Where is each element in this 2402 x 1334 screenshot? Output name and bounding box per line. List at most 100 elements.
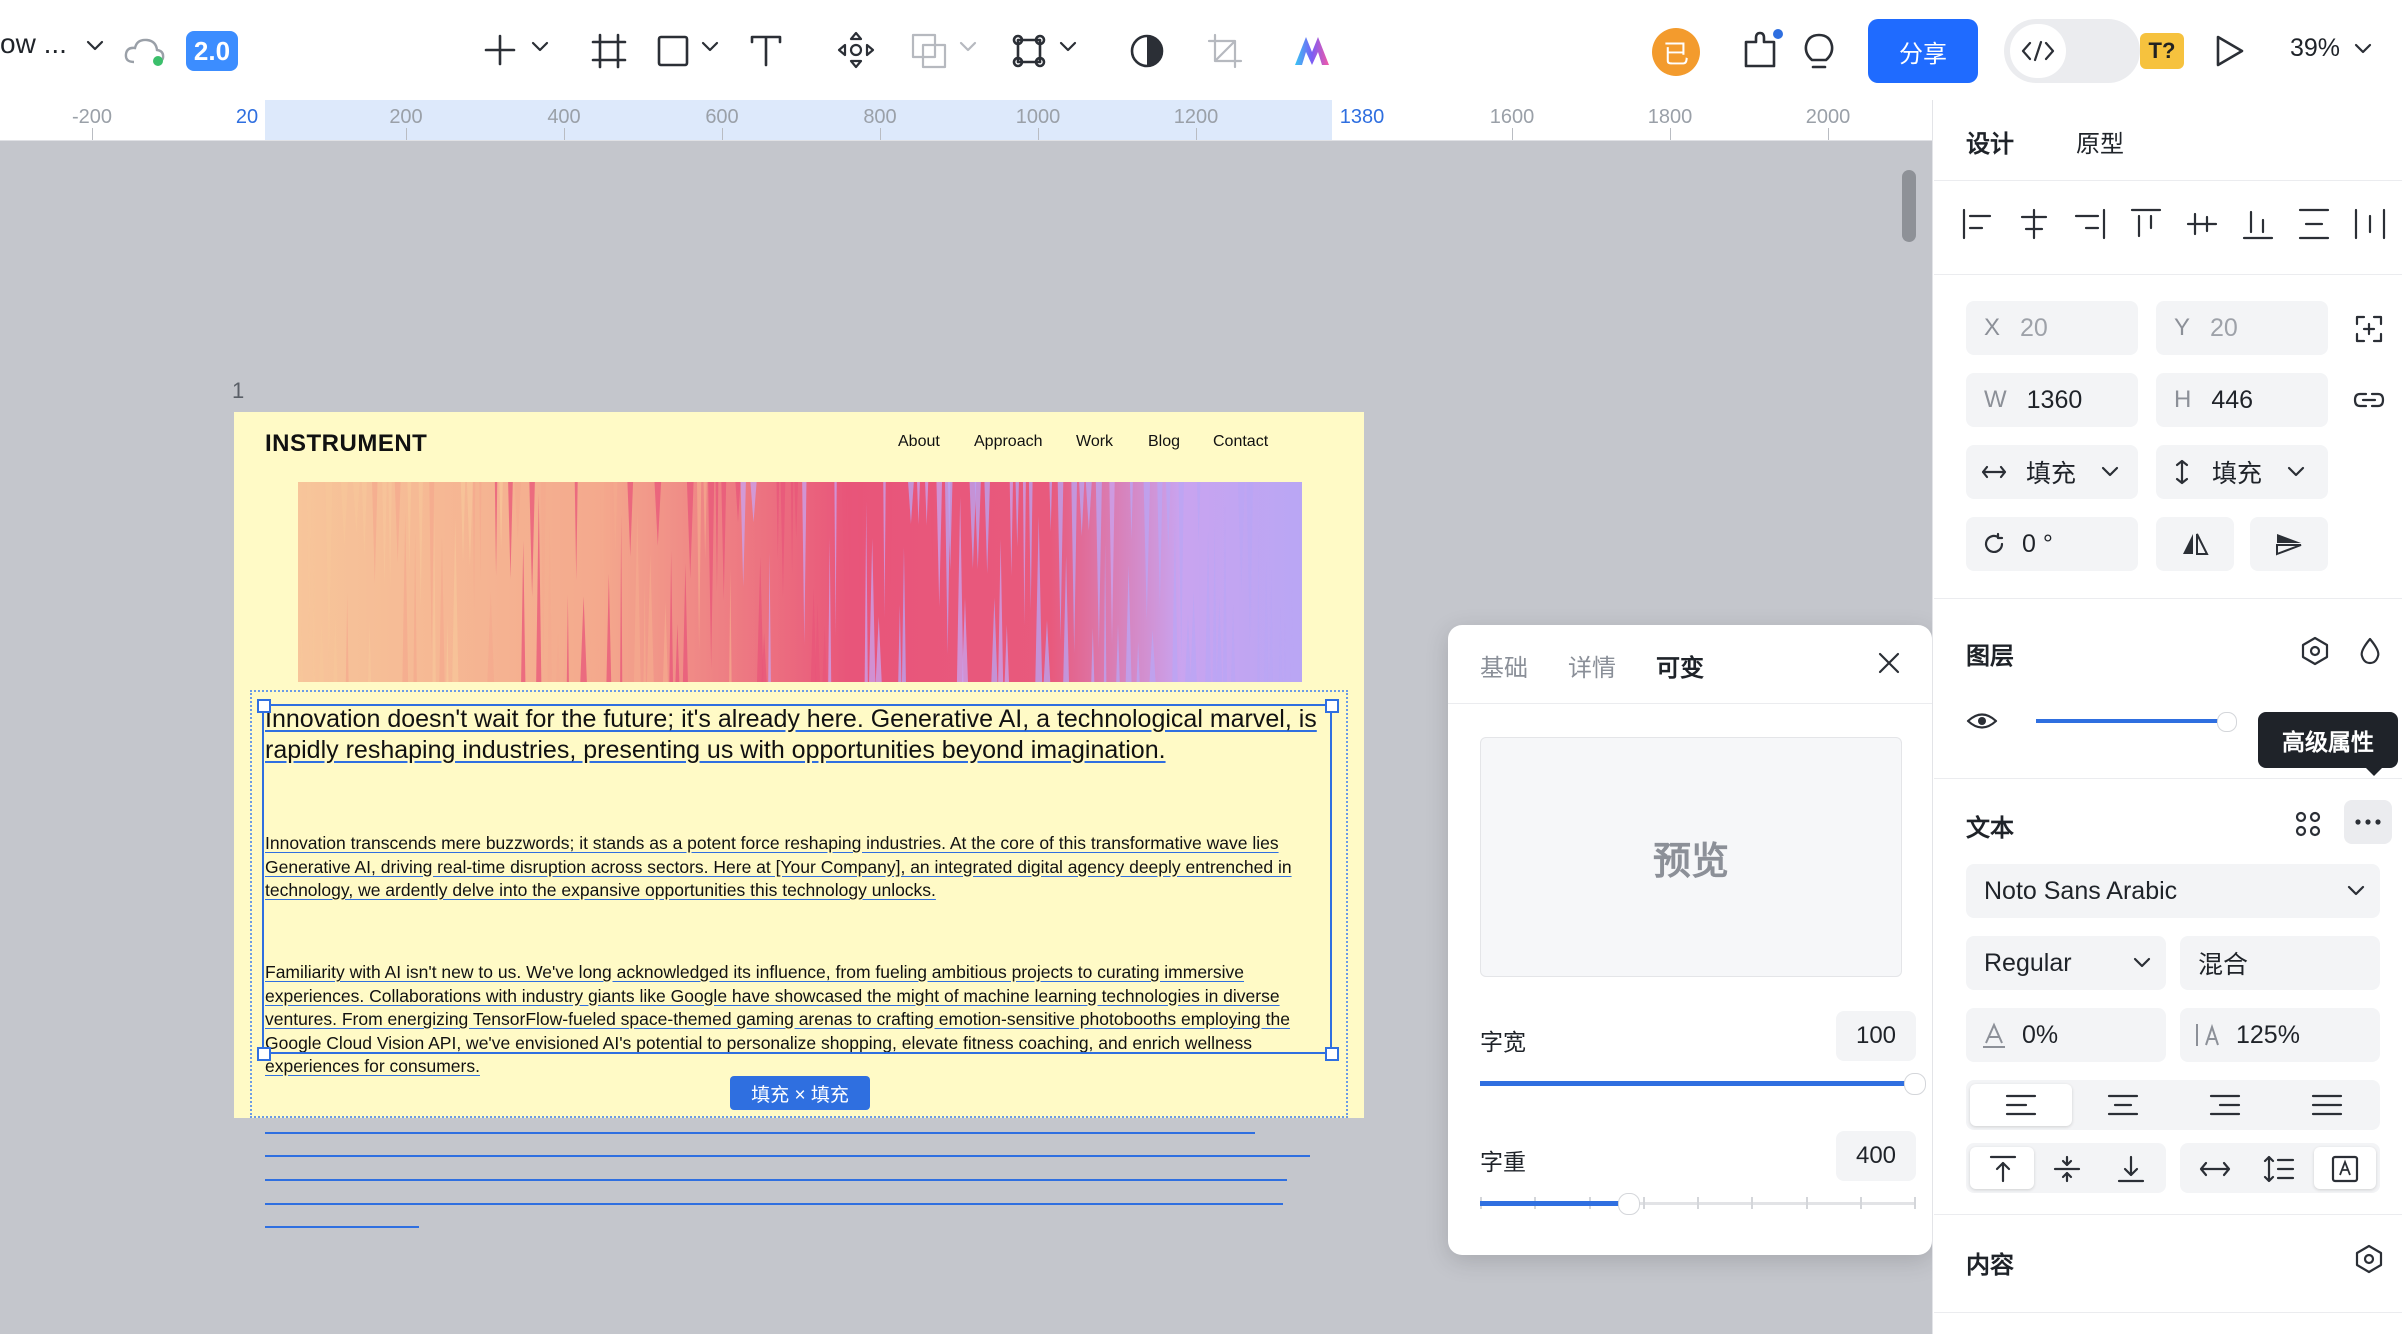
letter-spacing-field[interactable]: 0% xyxy=(1966,1008,2166,1062)
fixed-size-icon[interactable] xyxy=(2330,1154,2360,1184)
vertical-sizing-select[interactable]: 填充 xyxy=(2156,445,2328,499)
move-tool-icon[interactable] xyxy=(836,30,876,70)
boolean-icon[interactable] xyxy=(910,32,948,70)
distribute-horizontal-icon[interactable] xyxy=(2354,208,2386,240)
chevron-down-icon[interactable] xyxy=(1058,40,1078,54)
component-icon[interactable] xyxy=(1010,32,1048,70)
content-section-title: 内容 xyxy=(1966,1252,2014,1279)
blend-mode-icon[interactable] xyxy=(2358,636,2382,666)
align-h-center-icon[interactable] xyxy=(2020,208,2048,240)
flip-vertical-button[interactable] xyxy=(2250,517,2328,571)
zoom-level[interactable]: 39% xyxy=(2290,34,2373,63)
canvas-scrollbar[interactable] xyxy=(1902,170,1916,242)
text-tool-icon[interactable] xyxy=(748,32,784,68)
auto-fit-icon[interactable] xyxy=(2354,314,2384,344)
content-settings-icon[interactable] xyxy=(2354,1244,2384,1274)
opacity-slider-knob[interactable] xyxy=(2217,712,2237,732)
nav-work[interactable]: Work xyxy=(1076,433,1113,451)
more-options-button[interactable] xyxy=(2344,800,2392,844)
ruler-mark xyxy=(92,128,93,140)
auto-width-icon[interactable] xyxy=(2198,1156,2232,1182)
ai-plugin-icon[interactable] xyxy=(1292,34,1332,68)
ruler-mark xyxy=(1038,128,1039,140)
overflow-line xyxy=(265,1179,1287,1181)
hero-image[interactable] xyxy=(298,482,1302,682)
tab-details[interactable]: 详情 xyxy=(1568,648,1616,683)
share-button[interactable]: 分享 xyxy=(1868,19,1978,83)
text-styles-grid-icon[interactable] xyxy=(2294,810,2322,838)
user-avatar[interactable]: 已 xyxy=(1652,28,1700,76)
weight-slider-knob[interactable] xyxy=(1618,1193,1640,1215)
flip-horizontal-button[interactable] xyxy=(2156,517,2234,571)
letter-spacing-value: 0% xyxy=(2022,1020,2059,1049)
chevron-down-icon[interactable] xyxy=(958,40,978,54)
text-align-center-icon[interactable] xyxy=(2106,1092,2140,1118)
frame-tool-icon[interactable] xyxy=(590,32,628,70)
vertical-align-top-icon[interactable] xyxy=(1988,1154,2018,1184)
cloud-sync-icon[interactable] xyxy=(122,34,168,68)
tab-variable[interactable]: 可变 xyxy=(1656,648,1704,683)
align-left-icon[interactable] xyxy=(1962,208,1992,240)
y-field[interactable]: Y 20 xyxy=(2156,301,2328,355)
weight-value[interactable]: 400 xyxy=(1836,1131,1916,1181)
chevron-down-icon[interactable] xyxy=(700,40,720,54)
layer-settings-icon[interactable] xyxy=(2300,636,2330,666)
width-value[interactable]: 100 xyxy=(1836,1011,1916,1061)
font-style-select[interactable]: Regular xyxy=(1966,936,2166,990)
width-field[interactable]: W 1360 xyxy=(1966,373,2138,427)
font-family-select[interactable]: Noto Sans Arabic xyxy=(1966,864,2380,918)
font-size-field[interactable]: 混合 xyxy=(2180,936,2380,990)
tab-prototype[interactable]: 原型 xyxy=(2076,124,2124,159)
dev-mode-knob[interactable] xyxy=(2010,24,2066,78)
nav-blog[interactable]: Blog xyxy=(1148,433,1180,451)
text-align-justify-icon[interactable] xyxy=(2310,1092,2344,1118)
align-bottom-icon[interactable] xyxy=(2242,210,2274,240)
rotation-field[interactable]: 0 ° xyxy=(1966,517,2138,571)
text-align-right-icon[interactable] xyxy=(2208,1092,2242,1118)
selection-box[interactable] xyxy=(262,704,1332,1054)
width-slider-knob[interactable] xyxy=(1904,1073,1926,1095)
resize-handle-bottom-right[interactable] xyxy=(1325,1047,1339,1061)
horizontal-sizing-select[interactable]: 填充 xyxy=(1966,445,2138,499)
version-badge[interactable]: 2.0 xyxy=(186,31,238,71)
frame-label[interactable]: 1 xyxy=(232,378,244,404)
vertical-align-middle-icon[interactable] xyxy=(2052,1154,2082,1184)
align-v-center-icon[interactable] xyxy=(2186,212,2218,236)
nav-approach[interactable]: Approach xyxy=(974,433,1043,451)
link-icon[interactable] xyxy=(2352,388,2386,412)
lightbulb-icon[interactable] xyxy=(1802,32,1836,72)
rectangle-tool-icon[interactable] xyxy=(656,34,690,68)
site-logo[interactable]: INSTRUMENT xyxy=(265,430,427,458)
ruler-mark xyxy=(564,128,565,140)
distribute-vertical-icon[interactable] xyxy=(2298,208,2330,240)
resize-handle-top-left[interactable] xyxy=(257,699,271,713)
ruler-mark xyxy=(722,128,723,140)
height-field[interactable]: H 446 xyxy=(2156,373,2328,427)
visibility-eye-icon[interactable] xyxy=(1966,710,1998,732)
crop-icon[interactable] xyxy=(1206,32,1244,70)
nav-contact[interactable]: Contact xyxy=(1213,433,1268,451)
alignment-toolbar[interactable] xyxy=(1960,206,2390,242)
vertical-align-bottom-icon[interactable] xyxy=(2116,1154,2146,1184)
tab-design[interactable]: 设计 xyxy=(1966,124,2014,159)
x-field[interactable]: X 20 xyxy=(1966,301,2138,355)
resize-handle-bottom-left[interactable] xyxy=(257,1047,271,1061)
close-icon[interactable] xyxy=(1876,650,1902,676)
tab-basic[interactable]: 基础 xyxy=(1480,648,1528,683)
line-height-field[interactable]: 125% xyxy=(2180,1008,2380,1062)
ruler-tick: 400 xyxy=(547,106,581,128)
resize-handle-top-right[interactable] xyxy=(1325,699,1339,713)
plugins-icon[interactable] xyxy=(1740,28,1784,72)
mask-icon[interactable] xyxy=(1128,32,1166,70)
align-top-icon[interactable] xyxy=(2130,208,2162,238)
play-icon[interactable] xyxy=(2212,34,2246,68)
text-align-left-icon[interactable] xyxy=(2004,1092,2038,1118)
nav-about[interactable]: About xyxy=(898,433,940,451)
align-right-icon[interactable] xyxy=(2074,208,2106,240)
missing-font-badge[interactable]: T? xyxy=(2140,33,2184,69)
document-name[interactable]: ow ... xyxy=(0,28,105,60)
auto-height-icon[interactable] xyxy=(2262,1154,2296,1184)
chevron-down-icon[interactable] xyxy=(530,40,550,54)
add-icon[interactable] xyxy=(482,32,518,68)
y-value: 20 xyxy=(2210,313,2238,342)
